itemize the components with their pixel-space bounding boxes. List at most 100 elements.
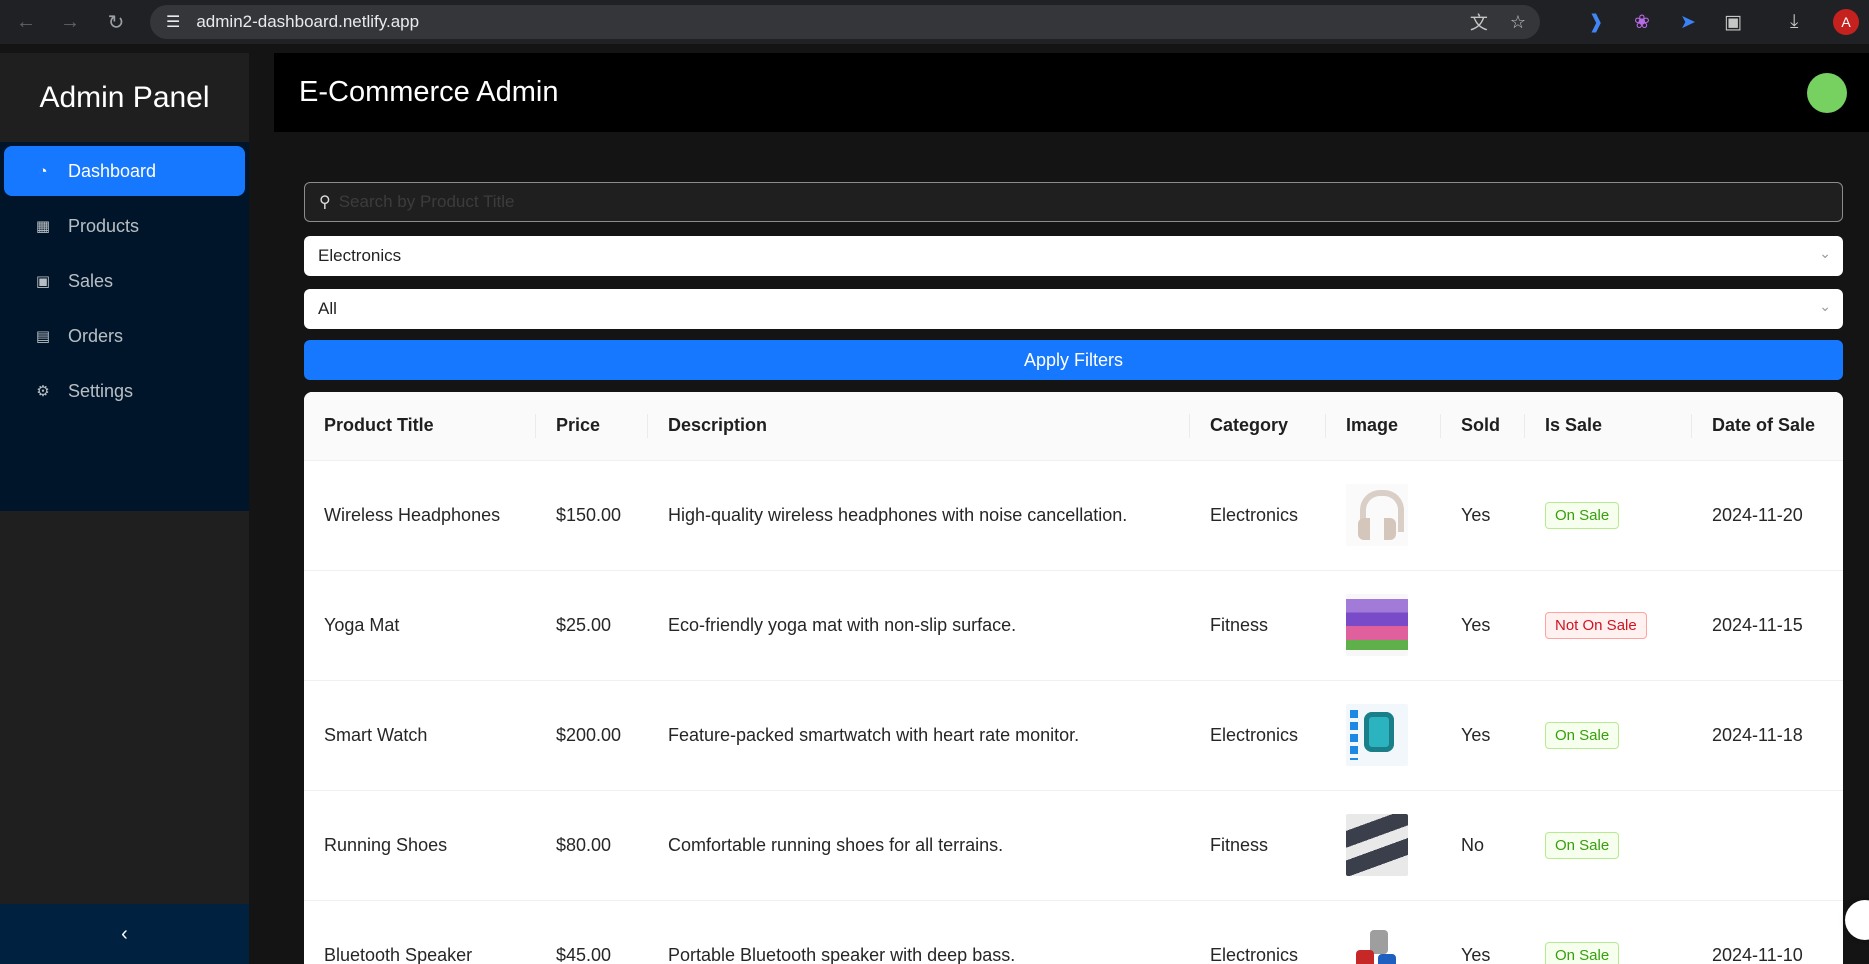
description-cell: Portable Bluetooth speaker with deep bas…	[648, 900, 1190, 964]
is-sale-cell: On Sale	[1525, 900, 1692, 964]
table-row[interactable]: Bluetooth Speaker $45.00 Portable Blueto…	[304, 900, 1843, 964]
browser-profile-avatar[interactable]: A	[1833, 9, 1859, 35]
sold-cell: Yes	[1441, 680, 1525, 791]
image-cell	[1326, 790, 1441, 901]
table-row[interactable]: Smart Watch $200.00 Feature-packed smart…	[304, 680, 1843, 791]
column-header[interactable]: Date of Sale	[1692, 392, 1843, 461]
date-cell: 2024-11-10	[1692, 900, 1843, 964]
extension-bing-icon[interactable]: ➤	[1680, 0, 1696, 44]
page-title: E-Commerce Admin	[299, 76, 559, 108]
sold-cell: Yes	[1441, 900, 1525, 964]
sold-cell: Yes	[1441, 570, 1525, 681]
category-cell: Fitness	[1190, 790, 1326, 901]
apply-filters-button[interactable]: Apply Filters	[304, 340, 1843, 380]
status-badge: On Sale	[1545, 941, 1620, 964]
status-badge: Not On Sale	[1545, 611, 1647, 639]
is-sale-cell: On Sale	[1525, 460, 1692, 571]
column-header[interactable]: Price	[536, 392, 648, 461]
extension-wave-icon[interactable]: ❱	[1588, 0, 1604, 44]
speaker-image	[1346, 924, 1408, 964]
sold-cell: No	[1441, 790, 1525, 901]
search-field[interactable]: ⚲	[304, 182, 1843, 222]
table-row[interactable]: Yoga Mat $25.00 Eco-friendly yoga mat wi…	[304, 570, 1843, 681]
download-icon[interactable]: ⤓	[1790, 0, 1798, 44]
products-table: Product Title Price Description Category…	[304, 392, 1843, 964]
translate-icon[interactable]: 文	[1470, 9, 1488, 35]
description-cell: Eco-friendly yoga mat with non-slip surf…	[648, 570, 1190, 681]
extensions-puzzle-icon[interactable]: ▣	[1724, 0, 1742, 44]
column-header[interactable]: Image	[1326, 392, 1441, 461]
search-input[interactable]	[338, 192, 1819, 212]
sidebar-item-dashboard[interactable]: ◔ Dashboard	[4, 146, 245, 196]
table-row[interactable]: Running Shoes $80.00 Comfortable running…	[304, 790, 1843, 901]
image-cell	[1326, 570, 1441, 681]
status-badge: On Sale	[1545, 831, 1620, 859]
back-icon[interactable]: ←	[6, 0, 46, 44]
image-cell	[1326, 460, 1441, 571]
sidebar-item-orders[interactable]: ▤ Orders	[4, 311, 245, 361]
is-sale-cell: On Sale	[1525, 680, 1692, 791]
date-cell: 2024-11-20	[1692, 460, 1843, 571]
sidebar-brand: Admin Panel	[39, 80, 210, 114]
file-icon: ▤	[35, 328, 51, 345]
forward-icon[interactable]: →	[50, 0, 90, 44]
product-title-cell: Yoga Mat	[304, 570, 536, 681]
bookmark-star-icon[interactable]: ☆	[1510, 12, 1526, 33]
status-badge: On Sale	[1545, 501, 1620, 529]
sidebar-item-label: Sales	[68, 270, 114, 291]
sidebar-item-products[interactable]: ▦ Products	[4, 201, 245, 251]
sidebar-menu: ◔ Dashboard ▦ Products ▣ Sales ▤ Orders …	[0, 142, 249, 511]
column-header[interactable]: Product Title	[304, 392, 536, 461]
site-info-icon[interactable]: ☰	[166, 12, 180, 32]
date-cell	[1692, 790, 1843, 901]
sidebar-item-label: Products	[68, 215, 140, 236]
app-header: E-Commerce Admin	[274, 53, 1869, 132]
search-icon: ⚲	[319, 194, 331, 211]
headphones-image	[1346, 484, 1408, 546]
is-sale-cell: On Sale	[1525, 790, 1692, 901]
product-title-cell: Running Shoes	[304, 790, 536, 901]
description-cell: Feature-packed smartwatch with heart rat…	[648, 680, 1190, 791]
yoga-mat-image	[1346, 594, 1408, 656]
avatar[interactable]	[1807, 73, 1847, 113]
product-title-cell: Wireless Headphones	[304, 460, 536, 571]
table-header-row: Product Title Price Description Category…	[304, 392, 1843, 461]
category-cell: Electronics	[1190, 680, 1326, 791]
table-row[interactable]: Wireless Headphones $150.00 High-quality…	[304, 460, 1843, 571]
price-cell: $200.00	[536, 680, 648, 791]
sidebar-collapse-button[interactable]: ‹	[0, 904, 249, 964]
gear-icon: ⚙	[36, 383, 50, 400]
column-header[interactable]: Category	[1190, 392, 1326, 461]
dashboard-icon: ◔	[38, 162, 48, 180]
product-title-cell: Smart Watch	[304, 680, 536, 791]
chevron-down-icon: ⌄	[1819, 245, 1831, 261]
date-cell: 2024-11-18	[1692, 680, 1843, 791]
column-header[interactable]: Description	[648, 392, 1190, 461]
date-cell: 2024-11-15	[1692, 570, 1843, 681]
image-cell	[1326, 900, 1441, 964]
floating-assistant-icon[interactable]	[1845, 900, 1869, 940]
price-cell: $150.00	[536, 460, 648, 571]
sidebar: Admin Panel ◔ Dashboard ▦ Products ▣ Sal…	[0, 53, 249, 964]
sidebar-item-label: Settings	[68, 380, 134, 401]
sidebar-item-sales[interactable]: ▣ Sales	[4, 256, 245, 306]
reload-icon[interactable]: ↻	[96, 0, 136, 44]
price-cell: $45.00	[536, 900, 648, 964]
sale-status-select-value: All	[318, 299, 337, 318]
is-sale-cell: Not On Sale	[1525, 570, 1692, 681]
extension-brain-icon[interactable]: ❀	[1634, 0, 1650, 44]
category-cell: Electronics	[1190, 460, 1326, 571]
url-text: admin2-dashboard.netlify.app	[196, 12, 420, 31]
sidebar-item-label: Orders	[68, 325, 124, 346]
category-cell: Electronics	[1190, 900, 1326, 964]
description-cell: High-quality wireless headphones with no…	[648, 460, 1190, 571]
shoes-image	[1346, 814, 1408, 876]
description-cell: Comfortable running shoes for all terrai…	[648, 790, 1190, 901]
sidebar-item-label: Dashboard	[68, 160, 157, 181]
column-header[interactable]: Is Sale	[1525, 392, 1692, 461]
address-bar[interactable]: ☰ admin2-dashboard.netlify.app 文 ☆	[150, 5, 1540, 39]
sidebar-item-settings[interactable]: ⚙ Settings	[4, 366, 245, 416]
sale-status-select[interactable]: All ⌄	[304, 289, 1843, 329]
column-header[interactable]: Sold	[1441, 392, 1525, 461]
category-select[interactable]: Electronics ⌄	[304, 236, 1843, 276]
